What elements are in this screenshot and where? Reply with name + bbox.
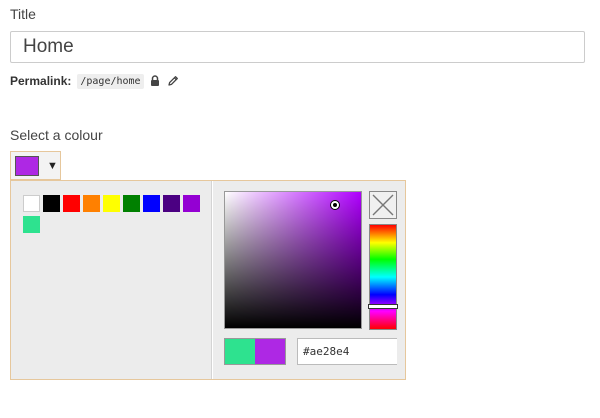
saturation-value-area[interactable]	[224, 191, 362, 329]
palette-swatch-mint[interactable]	[23, 216, 40, 233]
previous-colour-swatch[interactable]	[225, 339, 255, 364]
colour-palette	[11, 181, 212, 379]
hue-slider-handle[interactable]	[368, 304, 398, 309]
colour-picker-popup	[10, 180, 406, 380]
lock-icon[interactable]	[148, 74, 162, 88]
hex-input[interactable]	[297, 338, 397, 365]
hue-slider[interactable]	[368, 224, 398, 330]
permalink-label: Permalink:	[10, 74, 72, 88]
current-colour-swatch	[255, 339, 285, 364]
pencil-icon[interactable]	[166, 74, 180, 88]
palette-swatch-violet[interactable]	[183, 195, 200, 212]
palette-swatch-black[interactable]	[43, 195, 60, 212]
saturation-value-handle[interactable]	[331, 201, 339, 209]
palette-swatch-green[interactable]	[123, 195, 140, 212]
palette-swatch-blue[interactable]	[143, 195, 160, 212]
colour-dropdown-button[interactable]: ▼	[10, 151, 61, 180]
caret-down-icon: ▼	[47, 159, 58, 172]
close-button[interactable]	[369, 191, 397, 219]
palette-swatch-yellow[interactable]	[103, 195, 120, 212]
palette-swatch-red[interactable]	[63, 195, 80, 212]
close-icon	[372, 194, 394, 216]
palette-swatch-orange[interactable]	[83, 195, 100, 212]
title-input[interactable]	[10, 31, 585, 63]
selected-colour-swatch	[15, 155, 39, 176]
title-label: Title	[10, 6, 36, 22]
colour-comparison	[224, 338, 286, 365]
palette-swatch-indigo[interactable]	[163, 195, 180, 212]
custom-colour-panel	[212, 181, 405, 379]
permalink-path: /page/home	[77, 73, 144, 89]
palette-swatch-white[interactable]	[23, 195, 40, 212]
colour-label: Select a colour	[10, 127, 103, 143]
permalink-row: Permalink: /page/home	[10, 72, 180, 90]
